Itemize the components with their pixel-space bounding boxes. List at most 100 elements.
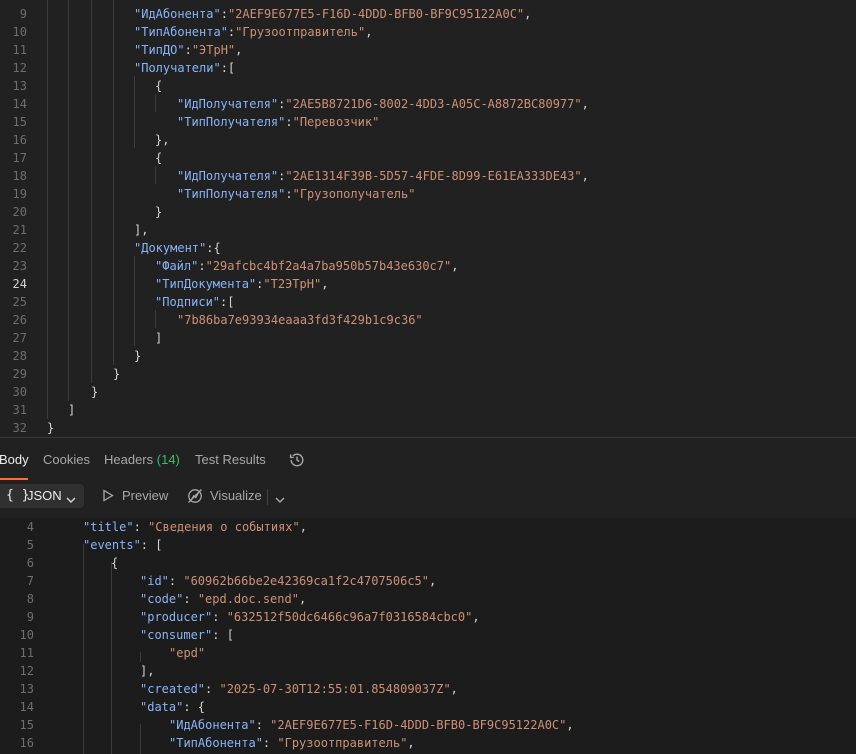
response-toolbar: { } JSON Preview Visualize (0, 480, 856, 514)
json-key: "ТипПолучателя" (177, 187, 286, 201)
code-text: "ТипДО":"ЭТрН", (134, 41, 242, 59)
line-number: 11 (19, 646, 34, 660)
code-line: 21], (0, 221, 856, 239)
json-string: "Т2ЭТрН" (263, 277, 322, 291)
code-text: }, (155, 131, 169, 149)
play-icon (102, 489, 114, 505)
json-punctuation: } (47, 421, 55, 435)
line-number: 12 (19, 664, 34, 678)
line-number: 10 (19, 628, 34, 642)
code-text: { (155, 77, 162, 95)
json-punctuation: :{ (206, 241, 221, 255)
code-line: 12 "Получатели":[ (0, 59, 856, 77)
json-string: "Перевозчик" (292, 115, 380, 129)
json-punctuation: : (133, 520, 149, 534)
line-number: 10 (12, 25, 27, 39)
preview-label: Preview (122, 488, 169, 503)
json-punctuation: : (285, 187, 293, 201)
code-line: 4 "title": "Сведения о событиях", (0, 518, 856, 536)
code-text: "ТипПолучателя":"Перевозчик" (177, 113, 379, 131)
code-text: "ИдАбонента":"2AEF9E677E5-F16D-4DDD-BFB0… (134, 5, 531, 23)
line-number: 22 (12, 241, 27, 255)
code-text: "ТипДокумента":"Т2ЭТрН", (155, 275, 328, 293)
json-key: "ИдАбонента" (134, 7, 221, 21)
tab-body[interactable]: Body (0, 452, 29, 467)
line-number: 23 (12, 259, 27, 273)
response-body-viewer[interactable]: 4 "title": "Сведения о событиях", 5 "events… (0, 518, 856, 754)
line-number: 15 (12, 115, 27, 129)
code-line: 14 "data": { (0, 698, 856, 716)
code-line: 20} (0, 203, 856, 221)
line-number: 5 (26, 538, 34, 552)
json-key: "ИдПолучателя" (177, 97, 279, 111)
json-string: "Грузополучатель" (292, 187, 416, 201)
code-line: 13 "created": "2025-07-30T12:55:01.854809… (0, 680, 856, 698)
line-number: 16 (12, 133, 27, 147)
code-text: "Получатели":[ (134, 59, 235, 77)
code-text: } (91, 383, 98, 401)
json-string: "632512f50dc6466c96a7f0316584cbc0" (226, 610, 473, 624)
code-line: 22 "Документ":{ (0, 239, 856, 257)
json-key: "ТипАбонента" (169, 736, 263, 750)
code-text: } (155, 203, 162, 221)
code-text: "ТипПолучателя":"Грузополучатель" (177, 185, 415, 203)
json-key: "Получатели" (134, 61, 221, 75)
code-line: 28} (0, 347, 856, 365)
code-line: 30} (0, 383, 856, 401)
code-text: "created": "2025-07-30T12:55:01.85480903… (140, 680, 458, 698)
json-string: "7b86ba7e93934eaaa3fd3f429b1c9c36" (177, 313, 423, 327)
json-key: "title" (83, 520, 134, 534)
format-select[interactable]: { } JSON (0, 484, 84, 508)
json-key: "Документ" (134, 241, 207, 255)
code-text: "ИдАбонента": "2AEF9E677E5-F16D-4DDD-BFB… (169, 716, 574, 734)
code-line: 25 "Подписи":[ (0, 293, 856, 311)
line-number: 30 (12, 385, 27, 399)
code-line: 10 "consumer": [ (0, 626, 856, 644)
code-line: 31] (0, 401, 856, 419)
code-text: "Файл":"29afcbc4bf2a4a7ba950b57b43e630c7… (155, 257, 458, 275)
json-string: "2AE5B8721D6-8002-4DD3-A05C-A8872BC80977… (285, 97, 582, 111)
code-line: 17 { (0, 149, 856, 167)
request-body-editor[interactable]: 9 "ИдАбонента":"2AEF9E677E5-F16D-4DDD-BFB… (0, 0, 856, 437)
code-text: ], (134, 221, 148, 239)
json-punctuation: : (285, 115, 293, 129)
code-line: 27] (0, 329, 856, 347)
code-text: "ТипАбонента":"Грузоотправитель", (134, 23, 372, 41)
code-text: "Подписи":[ (155, 293, 234, 311)
json-key: "ИдПолучателя" (177, 169, 279, 183)
line-number: 4 (26, 520, 34, 534)
tab-test-results[interactable]: Test Results (195, 452, 266, 467)
history-icon[interactable] (288, 451, 306, 469)
code-line: 10 "ТипАбонента":"Грузоотправитель", (0, 23, 856, 41)
json-key: "Файл" (155, 259, 199, 273)
json-punctuation: , (451, 259, 459, 273)
more-options-chevron-icon[interactable] (275, 492, 285, 507)
line-number: 28 (12, 349, 27, 363)
line-number: 32 (12, 421, 27, 435)
code-text: "id": "60962b66be2e42369ca1f2c4707506c5"… (140, 572, 436, 590)
line-number: 27 (12, 331, 27, 345)
json-punctuation: , (581, 169, 589, 183)
code-text: { (111, 554, 118, 572)
json-punctuation: , (365, 25, 373, 39)
line-number: 21 (12, 223, 27, 237)
code-line: 9 "ИдАбонента":"2AEF9E677E5-F16D-4DDD-BFB… (0, 5, 856, 23)
tab-headers[interactable]: Headers (14) (104, 452, 180, 467)
json-punctuation: : [ (212, 628, 234, 642)
json-punctuation: , (321, 277, 329, 291)
json-key: "ТипДО" (134, 43, 185, 57)
code-line: 9 "producer": "632512f50dc6466c96a7f03165… (0, 608, 856, 626)
code-line: 11 "ТипДО":"ЭТрН", (0, 41, 856, 59)
json-punctuation: :[ (220, 295, 235, 309)
line-number: 25 (12, 295, 27, 309)
headers-count-badge: (14) (156, 452, 180, 467)
json-punctuation: : (184, 43, 192, 57)
code-line: 8 "code": "epd.doc.send", (0, 590, 856, 608)
line-number: 31 (12, 403, 27, 417)
code-text: ] (155, 329, 162, 347)
code-line: 14 "ИдПолучателя":"2AE5B8721D6-8002-4DD3-… (0, 95, 856, 113)
tab-cookies[interactable]: Cookies (43, 452, 90, 467)
code-line: 24 "ТипДокумента":"Т2ЭТрН", (0, 275, 856, 293)
line-number: 13 (12, 79, 27, 93)
line-number: 14 (19, 700, 34, 714)
